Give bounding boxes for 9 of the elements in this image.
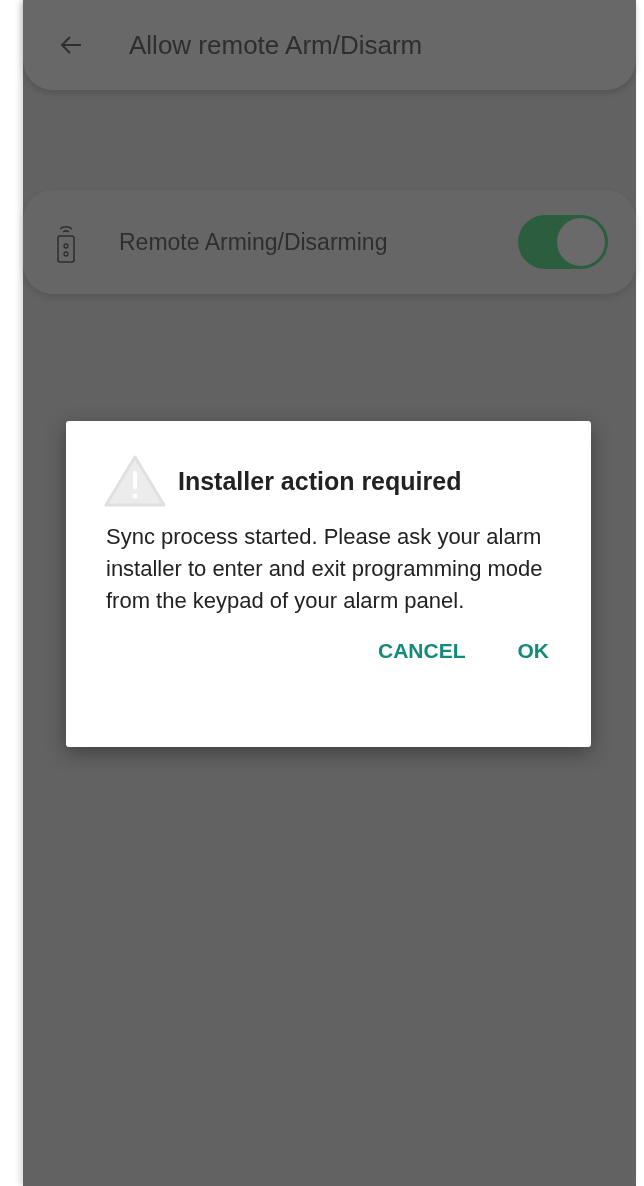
setting-label: Remote Arming/Disarming: [119, 228, 389, 256]
dialog-message: Sync process started. Please ask your alarm installer to enter and exit programming mode from the keypad of your alarm panel.: [106, 523, 544, 615]
screen-title: Allow remote Arm/Disarm: [129, 29, 423, 61]
back-arrow-icon[interactable]: [59, 35, 83, 55]
dialog-button[interactable]: CANCEL: [362, 631, 482, 671]
dialog-title: Installer action required: [178, 466, 462, 496]
dialog-button[interactable]: OK: [501, 631, 565, 671]
toggle-switch[interactable]: [518, 215, 608, 269]
warning-icon: [102, 453, 168, 509]
